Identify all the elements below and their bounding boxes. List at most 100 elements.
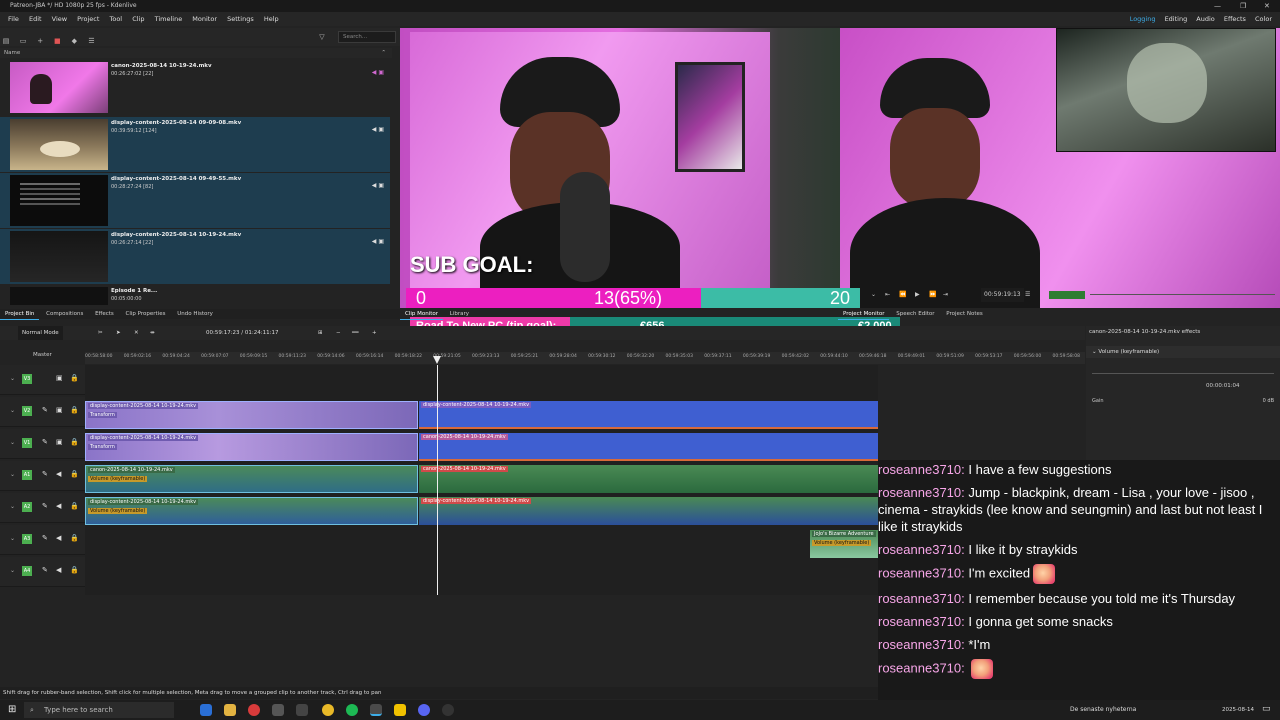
news-widget[interactable]: De senaste nyheterna (1070, 700, 1136, 720)
tab-clip-monitor[interactable]: Clip Monitor (400, 309, 444, 320)
padlock-icon[interactable]: 🔒 (70, 502, 79, 510)
timeline-tracks[interactable]: display-content-2025-08-14 10-19-24.mkv … (85, 365, 878, 595)
playhead-marker-icon[interactable] (433, 356, 441, 364)
layout-editing[interactable]: Editing (1165, 12, 1188, 26)
tab-undo-history[interactable]: Undo History (172, 309, 218, 319)
tab-project-notes[interactable]: Project Notes (941, 309, 987, 319)
edge-icon[interactable] (200, 704, 212, 716)
effect-item-volume[interactable]: ⌄ Volume (keyframable) (1086, 346, 1280, 358)
tab-effects[interactable]: Effects (90, 309, 119, 319)
windows-start-icon[interactable]: ⊞ (8, 704, 16, 715)
lock-icon[interactable]: ▣ (56, 438, 63, 446)
forward-icon[interactable]: ⏩ (929, 288, 936, 302)
chevron-down-icon[interactable]: ⌄ (871, 288, 876, 302)
list-item[interactable]: display-content-2025-08-14 10-19-24.mkv … (0, 229, 390, 284)
chevron-down-icon[interactable]: ⌄ (10, 471, 15, 478)
file-explorer-icon[interactable] (224, 704, 236, 716)
gain-value[interactable]: 0 dB (1263, 396, 1274, 406)
obs-icon[interactable] (442, 704, 454, 716)
notes-icon[interactable] (394, 704, 406, 716)
chevron-down-icon[interactable]: ⌄ (10, 535, 15, 542)
timeline-clip[interactable]: display-content-2025-08-14 10-19-24.mkv (419, 497, 878, 525)
padlock-icon[interactable]: 🔒 (70, 534, 79, 542)
chevron-down-icon[interactable]: ⌄ (10, 503, 15, 510)
select-icon[interactable]: ➤ (116, 326, 121, 340)
tab-library[interactable]: Library (445, 309, 474, 319)
pencil-icon[interactable]: ✎ (42, 470, 48, 478)
play-icon[interactable]: ▶ (915, 288, 920, 302)
minimize-icon[interactable]: — (1214, 0, 1221, 12)
tab-project-bin[interactable]: Project Bin (0, 309, 40, 320)
padlock-icon[interactable]: 🔒 (70, 438, 79, 446)
close-icon[interactable]: ✕ (1264, 0, 1270, 12)
padlock-icon[interactable]: 🔒 (70, 406, 79, 414)
timeline-clip[interactable]: canon-2025-08-14 10-19-24.mkv (419, 433, 878, 461)
kdenlive-icon[interactable] (370, 704, 382, 716)
menu-help[interactable]: Help (264, 12, 279, 26)
filter-icon[interactable]: ▽ (316, 28, 328, 46)
project-monitor[interactable] (840, 28, 1280, 308)
speaker-icon[interactable]: ◀ (56, 502, 61, 510)
tab-speech-editor[interactable]: Speech Editor (891, 309, 939, 319)
layout-effects[interactable]: Effects (1224, 12, 1246, 26)
menu-icon[interactable]: ☰ (1025, 288, 1030, 302)
menu-monitor[interactable]: Monitor (192, 12, 217, 26)
chevron-down-icon[interactable]: ⌄ (10, 567, 15, 574)
pencil-icon[interactable]: ✎ (42, 438, 48, 446)
timeline-clip[interactable]: display-content-2025-08-14 10-19-24.mkv … (85, 433, 418, 461)
track-badge[interactable]: V3 (22, 374, 32, 384)
chevron-down-icon[interactable]: ⌄ (10, 407, 15, 414)
timeline-clip[interactable]: JoJo's Bizarre Adventure Volume (keyfram… (810, 530, 878, 558)
track-badge[interactable]: A2 (22, 502, 32, 512)
timeline-clip[interactable]: canon-2025-08-14 10-19-24.mkv Volume (ke… (85, 465, 418, 493)
gain-param-row[interactable]: Gain 0 dB (1086, 396, 1280, 406)
layout-color[interactable]: Color (1255, 12, 1272, 26)
spacer-icon[interactable]: ⇹ (150, 326, 155, 340)
speaker-icon[interactable]: ◀ (56, 566, 61, 574)
padlock-icon[interactable]: 🔒 (70, 470, 79, 478)
notification-icon[interactable]: ▭ (1262, 704, 1271, 714)
list-item[interactable]: display-content-2025-08-14 09-09-08.mkv … (0, 117, 390, 172)
menu-file[interactable]: File (8, 12, 19, 26)
pencil-icon[interactable]: ✎ (42, 406, 48, 414)
list-item[interactable]: Episode 1 Re... 00:05:00:00 (0, 285, 390, 305)
effect-timecode[interactable]: 00:00:01:04 (1086, 380, 1280, 392)
taskbar-search-input[interactable]: ⌕ Type here to search (24, 702, 174, 718)
tab-project-monitor[interactable]: Project Monitor (838, 309, 890, 320)
discord-icon[interactable] (418, 704, 430, 716)
chevron-down-icon[interactable]: ⌄ (1092, 349, 1097, 355)
chrome-icon[interactable] (322, 704, 334, 716)
rewind-icon[interactable]: ⏪ (899, 288, 906, 302)
track-badge[interactable]: A3 (22, 534, 32, 544)
app-icon[interactable] (272, 704, 284, 716)
timeline-mode-select[interactable]: Normal Mode (18, 326, 63, 340)
timeline-clip[interactable]: display-content-2025-08-14 10-19-24.mkv (419, 401, 878, 429)
timeline-clip[interactable]: display-content-2025-08-14 10-19-24.mkv … (85, 497, 418, 525)
chevron-down-icon[interactable]: ⌄ (10, 375, 15, 382)
tab-compositions[interactable]: Compositions (41, 309, 88, 319)
pencil-icon[interactable]: ✎ (42, 566, 48, 574)
menu-timeline[interactable]: Timeline (155, 12, 183, 26)
timeline-clip[interactable]: display-content-2025-08-14 10-19-24.mkv … (85, 401, 418, 429)
layout-logging[interactable]: Logging (1130, 12, 1156, 26)
pencil-icon[interactable]: ✎ (42, 534, 48, 542)
cut-icon[interactable]: ✕ (134, 326, 139, 340)
track-badge[interactable]: V2 (22, 406, 32, 416)
menu-project[interactable]: Project (77, 12, 99, 26)
opera-icon[interactable] (248, 704, 260, 716)
pencil-icon[interactable]: ✎ (42, 502, 48, 510)
zoom-in-icon[interactable]: + (372, 326, 377, 340)
list-item[interactable]: display-content-2025-08-14 09-49-55.mkv … (0, 173, 390, 228)
speaker-icon[interactable]: ◀ (56, 534, 61, 542)
padlock-icon[interactable]: 🔒 (70, 374, 79, 382)
menu-edit[interactable]: Edit (29, 12, 42, 26)
menu-view[interactable]: View (52, 12, 67, 26)
menu-tool[interactable]: Tool (109, 12, 122, 26)
steam-icon[interactable] (296, 704, 308, 716)
maximize-icon[interactable]: ❐ (1240, 0, 1246, 12)
timeline-ruler[interactable]: 00:58:58:00 00:59:02:16 00:59:04:24 00:59:0… (85, 352, 1085, 364)
fit-zoom-icon[interactable]: ⊞ (318, 326, 323, 340)
monitor-timecode[interactable]: 00:59:19:13 (981, 288, 1024, 302)
zoom-out-icon[interactable]: − (336, 326, 341, 340)
speaker-icon[interactable]: ◀ (56, 470, 61, 478)
